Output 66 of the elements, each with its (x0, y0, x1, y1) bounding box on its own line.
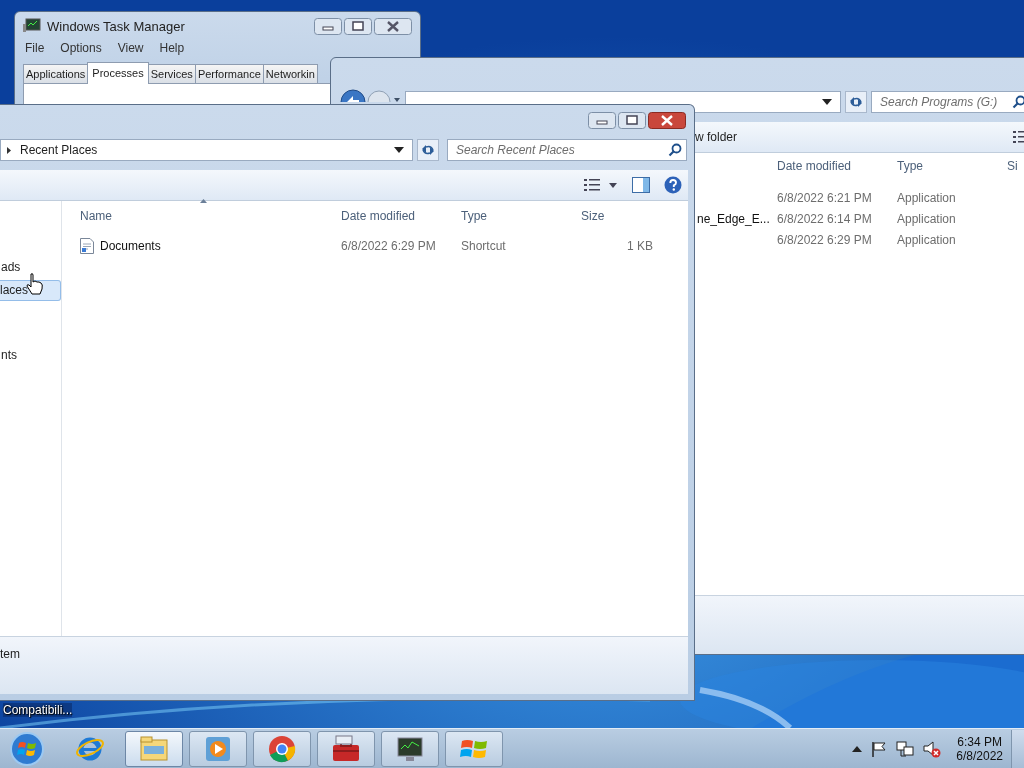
tab[interactable]: Services (147, 63, 196, 83)
table-cell-text: 6/8/2022 6:21 PM (777, 190, 873, 205)
table-cell-text: Application (897, 190, 957, 205)
menu-item[interactable]: File (25, 41, 45, 55)
search-field[interactable]: Search Recent Places (447, 139, 687, 161)
sort-arrow-icon (200, 199, 207, 203)
chevron-right-icon (5, 145, 13, 155)
menu-item[interactable]: Options (60, 41, 102, 55)
table-cell-text: 6/8/2022 6:14 PM (777, 211, 873, 226)
column-header[interactable]: Name (78, 209, 339, 223)
minimize-button[interactable] (588, 112, 616, 129)
table-cell-text: 6/8/2022 6:29 PM (340, 239, 437, 253)
taskbar-button[interactable] (381, 730, 439, 767)
speaker-muted-icon[interactable] (923, 739, 942, 758)
tab[interactable]: Performance (194, 63, 264, 83)
status-text: tem (0, 647, 20, 661)
sidebar-item[interactable]: nts (0, 345, 61, 366)
column-header[interactable]: Type (459, 209, 579, 223)
tab[interactable]: Processes (87, 61, 149, 84)
maximize-button[interactable] (344, 17, 372, 35)
minimize-button[interactable] (314, 17, 342, 35)
breadcrumb[interactable]: Recent Places (20, 143, 98, 157)
column-header[interactable]: Size (579, 209, 653, 223)
sidebar-item[interactable]: ads (0, 257, 61, 278)
column-header[interactable]: Date modified (339, 209, 459, 223)
hand-cursor-icon (26, 273, 44, 295)
dropdown-arrow-icon[interactable] (822, 99, 832, 105)
view-options-icon[interactable] (584, 178, 618, 192)
maximize-button[interactable] (618, 112, 646, 129)
preview-pane-icon[interactable] (632, 177, 650, 193)
back-forward-buttons[interactable] (339, 88, 401, 102)
close-button[interactable] (648, 112, 686, 129)
address-bar[interactable]: Recent Places (0, 139, 413, 161)
network-icon[interactable] (896, 739, 915, 758)
window-title: Windows Task Manager (47, 18, 185, 34)
toolbar-button[interactable]: w folder (695, 130, 738, 144)
show-hidden-icons-button[interactable] (852, 745, 863, 752)
column-header[interactable]: Si (1007, 159, 1024, 173)
close-button[interactable] (374, 17, 412, 35)
column-header[interactable]: Date modified (777, 159, 897, 173)
task-manager-icon (23, 18, 41, 35)
shortcut-file-icon (80, 238, 94, 254)
tab[interactable]: Networkin (262, 63, 318, 83)
menu-item[interactable]: View (117, 41, 144, 55)
table-cell-text: 6/8/2022 6:29 PM (777, 232, 873, 247)
menu-item[interactable]: Help (159, 41, 185, 55)
flag-icon[interactable] (871, 740, 888, 757)
dropdown-arrow-icon[interactable] (394, 147, 404, 153)
file-name[interactable]: Documents (100, 239, 161, 253)
table-cell-text: 1 KB (626, 239, 653, 253)
help-icon[interactable] (664, 176, 682, 194)
desktop-icon-label[interactable]: Compatibili... (3, 703, 73, 717)
refresh-button[interactable] (417, 139, 439, 161)
search-icon[interactable] (668, 143, 682, 157)
table-cell-text: Shortcut (460, 239, 507, 253)
taskbar-button[interactable] (317, 730, 375, 767)
file-name[interactable]: ne_Edge_E... (697, 211, 777, 226)
start-button[interactable] (9, 730, 45, 767)
refresh-button[interactable] (845, 91, 867, 113)
clock[interactable]: 6:34 PM 6/8/2022 (956, 734, 1003, 763)
tab[interactable]: Applications (23, 63, 89, 83)
table-cell-text: Application (897, 211, 957, 226)
table-cell-text: Application (897, 232, 957, 247)
search-icon[interactable] (1012, 95, 1024, 109)
search-field[interactable]: Search Programs (G:) (871, 91, 1024, 113)
column-header[interactable]: Type (897, 159, 1007, 173)
